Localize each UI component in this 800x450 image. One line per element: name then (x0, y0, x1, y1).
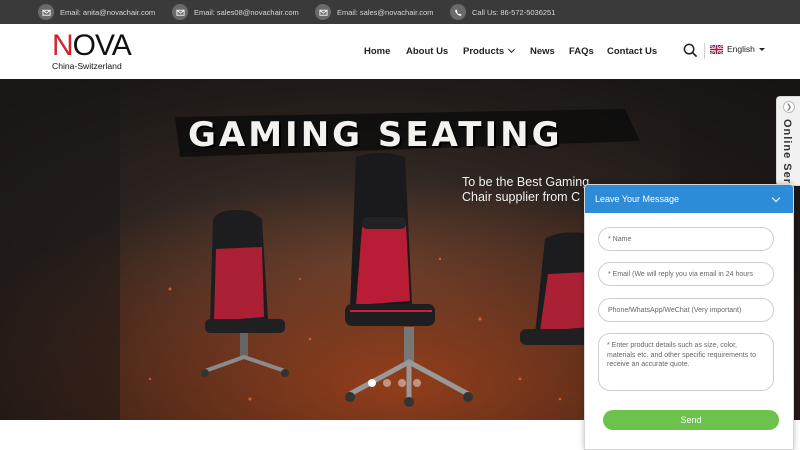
nav-products-label: Products (463, 45, 505, 57)
logo-subtitle: China-Switzerland (52, 61, 122, 71)
contact-email-anita[interactable]: Email: anita@novachair.com (38, 4, 155, 20)
hero-title: GAMING SEATING (188, 115, 563, 155)
chat-header[interactable]: Leave Your Message (585, 185, 793, 213)
phone-input[interactable]: Phone/WhatsApp/WeChat (Very important) (598, 298, 774, 322)
chevron-down-icon (508, 45, 516, 54)
hero-subtitle: To be the Best Gaming Chair supplier fro… (462, 175, 589, 205)
slider-dot[interactable] (398, 379, 406, 387)
mail-icon (38, 4, 54, 20)
nav-home[interactable]: Home (364, 44, 390, 58)
nav-about-us[interactable]: About Us (406, 44, 448, 58)
leave-message-widget: Leave Your Message * Name * Email (We wi… (584, 184, 794, 450)
site-header: NOVA China-Switzerland Home About Us Pro… (0, 24, 800, 79)
contact-email-text: Email: anita@novachair.com (60, 7, 156, 17)
nav-products[interactable]: Products (463, 44, 516, 58)
hero-subtitle-line: To be the Best Gaming (462, 175, 590, 189)
top-contact-bar: Email: anita@novachair.com Email: sales0… (0, 0, 800, 24)
mail-icon (315, 4, 331, 20)
header-divider (704, 43, 705, 59)
slider-dot[interactable] (413, 379, 421, 387)
mail-icon (172, 4, 188, 20)
language-selector[interactable]: English (710, 44, 765, 54)
online-service-tab[interactable]: ❯ Online Serv (776, 96, 800, 191)
nova-logo[interactable]: NOVA China-Switzerland (52, 29, 134, 72)
contact-email-sales[interactable]: Email: sales@novachair.com (315, 4, 433, 20)
contact-email-text: Email: sales@novachair.com (337, 7, 434, 17)
send-button[interactable]: Send (603, 410, 779, 430)
product-details-textarea[interactable]: * Enter product details such as size, co… (598, 333, 774, 391)
uk-flag-icon (710, 44, 723, 54)
slider-dot[interactable] (383, 379, 391, 387)
contact-email-text: Email: sales08@novachair.com (194, 7, 299, 17)
nav-contact-us[interactable]: Contact Us (607, 44, 657, 58)
contact-email-sales08[interactable]: Email: sales08@novachair.com (172, 4, 299, 20)
close-icon[interactable]: ❯ (783, 101, 795, 113)
name-input[interactable]: * Name (598, 227, 774, 251)
phone-icon (450, 4, 466, 20)
slider-dots (368, 379, 421, 387)
search-icon[interactable] (683, 43, 698, 58)
online-service-label: Online Serv (781, 119, 793, 192)
minimize-chevron-icon[interactable] (771, 193, 781, 203)
hero-subtitle-line: Chair supplier from C (462, 190, 581, 204)
contact-phone-text: Call Us: 86-572-5036251 (472, 7, 556, 17)
chat-title: Leave Your Message (595, 194, 680, 204)
email-input[interactable]: * Email (We will reply you via email in … (598, 262, 774, 286)
contact-phone[interactable]: Call Us: 86-572-5036251 (450, 4, 555, 20)
nav-news[interactable]: News (530, 44, 555, 58)
language-label: English (727, 44, 755, 54)
caret-down-icon (758, 47, 765, 51)
nav-faqs[interactable]: FAQs (569, 44, 594, 58)
slider-dot[interactable] (368, 379, 376, 387)
logo-wordmark: NOVA (52, 29, 132, 62)
